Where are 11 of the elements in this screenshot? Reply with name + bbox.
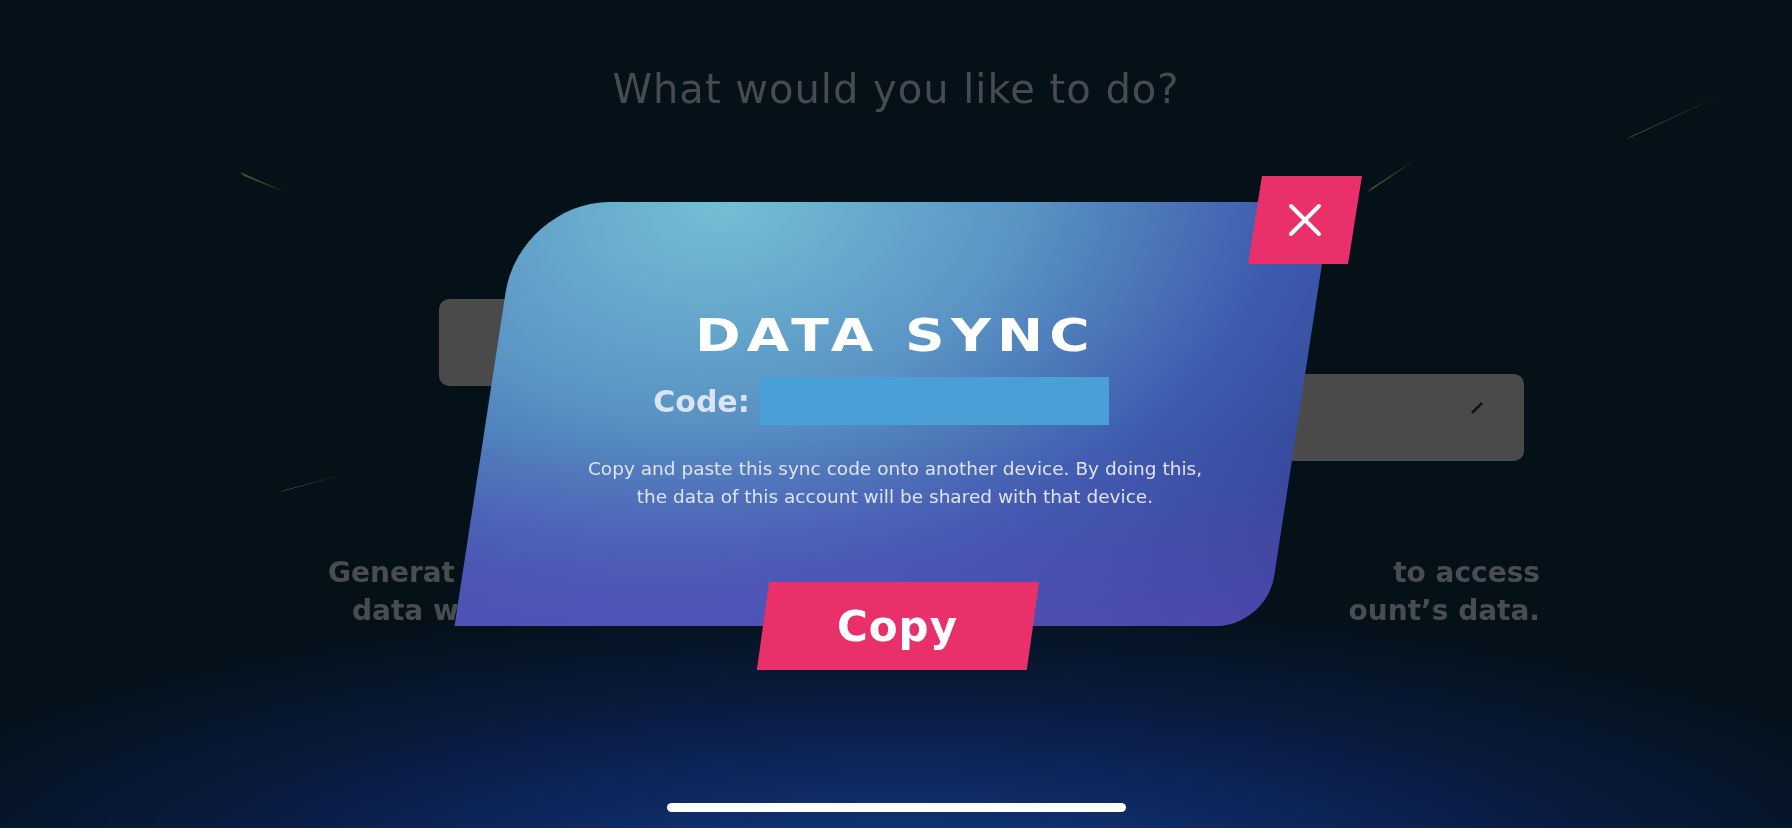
- dialog-message: Copy and paste this sync code onto another device. By doing this, the data of this account will be shared with that device.: [586, 457, 1204, 509]
- screen-title: What would you like to do?: [612, 66, 1180, 112]
- light-streak-icon: [240, 172, 285, 192]
- description-text: to access: [1393, 555, 1540, 591]
- copy-button[interactable]: Copy: [756, 582, 1040, 670]
- description-text: data w: [352, 593, 459, 629]
- description-text: ount’s data.: [1348, 593, 1540, 629]
- code-label: Code:: [653, 383, 750, 419]
- dialog-title: DATA SYNC: [694, 310, 1096, 361]
- description-text: Generat: [328, 555, 456, 591]
- code-field[interactable]: [759, 377, 1109, 425]
